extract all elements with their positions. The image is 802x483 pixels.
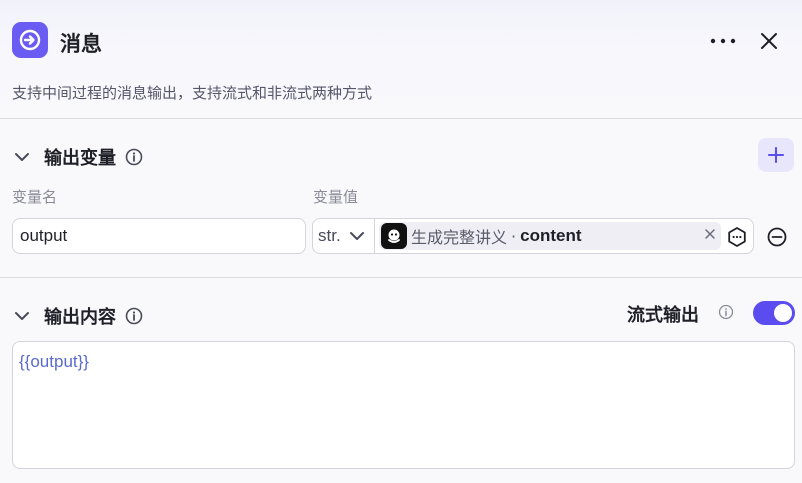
output-content-header[interactable]: 输出内容 xyxy=(12,303,144,329)
streaming-output-label: 流式输出 xyxy=(627,305,699,326)
close-icon xyxy=(761,33,777,49)
message-node-icon xyxy=(12,22,48,58)
variable-type-select[interactable]: str. xyxy=(313,219,375,253)
chevron-down-icon[interactable] xyxy=(12,147,32,167)
clear-reference-icon[interactable] xyxy=(703,227,717,241)
add-variable-button[interactable] xyxy=(758,138,794,172)
arrow-right-circle-icon xyxy=(19,29,41,51)
toggle-knob xyxy=(774,304,792,322)
info-icon[interactable] xyxy=(716,302,736,322)
divider xyxy=(0,118,802,119)
message-node-panel: 消息 支持中间过程的消息输出，支持流式和非流式两种方式 输出变量 变量名 变量值… xyxy=(0,0,802,483)
info-icon[interactable] xyxy=(124,147,144,167)
node-description: 支持中间过程的消息输出，支持流式和非流式两种方式 xyxy=(12,84,373,102)
close-button[interactable] xyxy=(754,26,784,56)
variable-reference-tag[interactable]: 生成完整讲义 · content xyxy=(379,222,721,250)
remove-variable-button[interactable] xyxy=(764,224,790,250)
panel-header: 消息 xyxy=(12,22,790,62)
streaming-output-toggle[interactable] xyxy=(753,301,795,325)
info-icon[interactable] xyxy=(124,306,144,326)
variable-name-input[interactable] xyxy=(12,218,306,254)
output-variables-title: 输出变量 xyxy=(44,148,116,169)
plus-icon xyxy=(768,147,784,163)
page-title: 消息 xyxy=(60,32,102,56)
reference-field-name: content xyxy=(520,226,582,245)
output-content-editor[interactable]: {{output}} xyxy=(12,341,795,469)
reference-separator: · xyxy=(511,226,517,246)
more-options-button[interactable] xyxy=(708,26,738,56)
variable-value-column-label: 变量值 xyxy=(313,188,359,206)
minus-circle-icon xyxy=(767,227,787,247)
reference-node-name: 生成完整讲义 xyxy=(411,228,508,247)
output-content-title: 输出内容 xyxy=(44,307,116,328)
chevron-down-icon[interactable] xyxy=(12,306,32,326)
more-horizontal-icon xyxy=(710,38,736,44)
variable-name-column-label: 变量名 xyxy=(12,188,58,206)
output-content-text: {{output}} xyxy=(19,352,89,371)
llm-node-icon xyxy=(381,223,407,249)
chevron-down-icon xyxy=(349,231,365,241)
variable-value-field[interactable]: str. 生成完整讲义 · content xyxy=(312,218,754,254)
variable-picker-icon[interactable] xyxy=(725,225,749,249)
divider xyxy=(0,277,802,278)
output-variables-header[interactable]: 输出变量 xyxy=(12,144,144,170)
variable-type-value: str. xyxy=(318,226,341,245)
